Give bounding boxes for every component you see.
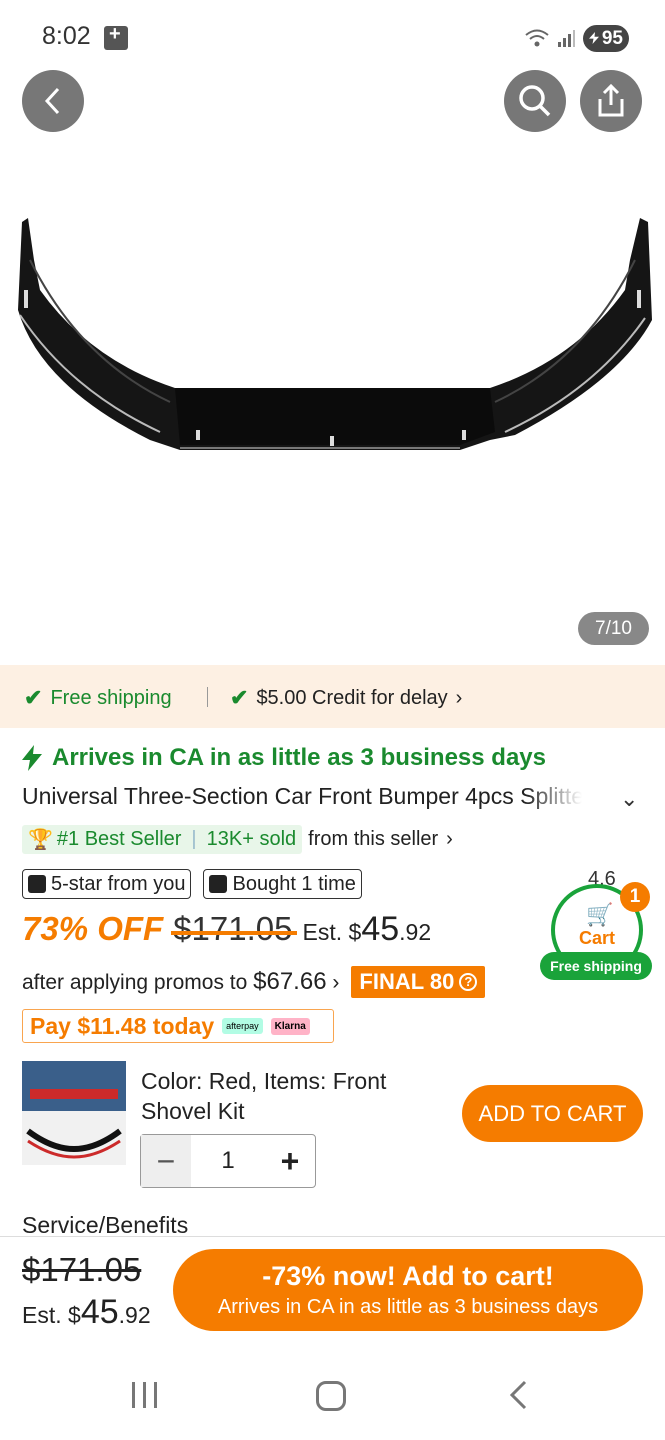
promo-text: after applying promos to $67.66 › bbox=[22, 968, 339, 996]
wifi-icon bbox=[525, 29, 549, 47]
promo-amount: $67.66 bbox=[253, 968, 327, 995]
back-button[interactable] bbox=[22, 70, 84, 132]
est-whole: 45 bbox=[80, 1293, 119, 1331]
decrease-quantity-button[interactable]: − bbox=[141, 1135, 191, 1187]
cart-count-badge: 1 bbox=[620, 882, 650, 912]
home-button[interactable] bbox=[316, 1381, 346, 1411]
quantity-value: 1 bbox=[221, 1147, 235, 1174]
credit-label: $5.00 Credit for delay bbox=[256, 686, 448, 709]
separator: | bbox=[191, 827, 197, 850]
promo-row[interactable]: after applying promos to $67.66 › FINAL … bbox=[22, 966, 486, 998]
discount-label: 73% OFF bbox=[22, 910, 164, 947]
pay-today-label: Pay $11.48 today bbox=[30, 1012, 215, 1039]
free-shipping-label: Free shipping bbox=[50, 686, 172, 709]
status-time: 8:02 bbox=[42, 22, 91, 50]
sold-count: 13K+ sold bbox=[206, 827, 297, 850]
shipping-strip[interactable]: ✔ Free shipping ✔ $5.00 Credit for delay… bbox=[0, 665, 665, 728]
chevron-right-icon: › bbox=[332, 971, 340, 994]
klarna-logo: Klarna bbox=[270, 1017, 310, 1035]
calendar-notification-icon bbox=[104, 23, 128, 50]
credit-for-delay-link[interactable]: ✔ $5.00 Credit for delay › bbox=[230, 685, 462, 711]
est-cents: .92 bbox=[118, 1302, 151, 1328]
cta-sub-text: Arrives in CA in as little as 3 business… bbox=[217, 1296, 599, 1318]
checkmark-icon: ✔ bbox=[230, 685, 249, 710]
recent-apps-button[interactable] bbox=[132, 1382, 157, 1408]
bottom-purchase-bar: $171.05 Est. $45.92 -73% now! Add to car… bbox=[0, 1236, 665, 1340]
bought-tag: Bought 1 time bbox=[203, 869, 362, 899]
add-to-cart-cta-button[interactable]: -73% now! Add to cart! Arrives in CA in … bbox=[173, 1249, 643, 1331]
lightning-icon bbox=[22, 745, 42, 771]
chevron-down-icon[interactable]: ⌄ bbox=[620, 786, 638, 812]
variant-thumbnail[interactable] bbox=[22, 1061, 126, 1165]
est-whole: 45 bbox=[361, 910, 400, 948]
recent-bar bbox=[154, 1382, 157, 1408]
final-badge-label: FINAL 80 bbox=[359, 969, 455, 994]
from-seller-label: from this seller bbox=[308, 827, 439, 850]
bottom-estimated-price: Est. $45.92 bbox=[22, 1293, 151, 1332]
bottom-original-price: $171.05 bbox=[22, 1251, 142, 1288]
product-image[interactable] bbox=[0, 140, 665, 660]
system-nav-bar bbox=[0, 1350, 665, 1440]
system-back-button[interactable] bbox=[508, 1380, 528, 1410]
trophy-icon: 🏆 bbox=[28, 828, 53, 851]
help-icon: ? bbox=[459, 973, 478, 991]
chevron-right-icon: › bbox=[455, 686, 463, 709]
original-price: $171.05 bbox=[171, 910, 297, 947]
increase-quantity-button[interactable]: + bbox=[265, 1135, 315, 1187]
five-star-tag: 5-star from you bbox=[22, 869, 192, 899]
variant-image bbox=[22, 1061, 126, 1159]
image-counter: 7/10 bbox=[578, 612, 649, 645]
best-seller-badge: 🏆 #1 Best Seller | 13K+ sold bbox=[22, 824, 303, 854]
status-bar: 8:02 95 bbox=[0, 0, 665, 70]
promo-label: after applying promos to bbox=[22, 971, 248, 994]
service-benefits-header[interactable]: Service/Benefits bbox=[22, 1212, 188, 1239]
tag-row: 5-star from you Bought 1 time bbox=[22, 869, 362, 899]
arrival-info: Arrives in CA in as little as 3 business… bbox=[22, 744, 546, 772]
tag-label: Bought 1 time bbox=[232, 872, 356, 895]
price-row: 73% OFF $171.05 Est. $45.92 bbox=[22, 910, 431, 949]
cart-icon: 🛒 bbox=[586, 902, 614, 927]
battery-indicator: 95 bbox=[583, 25, 629, 52]
shopping-bag-icon bbox=[209, 875, 228, 893]
cta-main-text: -73% now! Add to cart! bbox=[262, 1261, 554, 1291]
est-prefix: Est. $ bbox=[302, 919, 362, 945]
product-title-row[interactable]: Universal Three-Section Car Front Bumper… bbox=[22, 783, 642, 816]
product-title: Universal Three-Section Car Front Bumper… bbox=[22, 783, 582, 809]
chevron-left-icon bbox=[44, 87, 60, 115]
recent-bar bbox=[143, 1382, 146, 1408]
cart-label: Cart bbox=[578, 928, 615, 948]
tag-label: 5-star from you bbox=[51, 872, 186, 895]
star-review-icon bbox=[28, 875, 46, 893]
quantity-stepper: − 1 + bbox=[140, 1134, 316, 1188]
front-bumper-lip-image bbox=[18, 218, 652, 450]
recent-bar bbox=[132, 1382, 135, 1408]
best-seller-row[interactable]: 🏆 #1 Best Seller | 13K+ sold from this s… bbox=[22, 823, 453, 855]
cart-free-shipping-badge: Free shipping bbox=[540, 952, 652, 980]
add-to-cart-button[interactable]: ADD TO CART bbox=[462, 1085, 643, 1142]
afterpay-logo: afterpay bbox=[222, 1018, 263, 1034]
divider bbox=[207, 687, 208, 707]
arrival-text: Arrives in CA in as little as 3 business… bbox=[52, 744, 546, 771]
share-icon bbox=[598, 83, 624, 117]
best-seller-label: #1 Best Seller bbox=[56, 827, 182, 850]
variant-label: Color: Red, Items: Front Shovel Kit bbox=[141, 1068, 387, 1124]
pay-installment-box[interactable]: Pay $11.48 today afterpay Klarna bbox=[22, 1009, 334, 1043]
search-button[interactable] bbox=[504, 70, 566, 132]
chevron-right-icon: › bbox=[446, 827, 453, 850]
final-sale-badge[interactable]: FINAL 80 ? bbox=[351, 966, 486, 998]
free-shipping-info: ✔ Free shipping bbox=[24, 685, 172, 711]
signal-icon bbox=[558, 30, 575, 47]
share-button[interactable] bbox=[580, 70, 642, 132]
search-icon bbox=[519, 85, 551, 117]
checkmark-icon: ✔ bbox=[24, 685, 43, 710]
est-cents: .92 bbox=[399, 919, 432, 945]
estimated-price: Est. $45.92 bbox=[303, 910, 432, 949]
est-prefix: Est. $ bbox=[22, 1302, 81, 1328]
